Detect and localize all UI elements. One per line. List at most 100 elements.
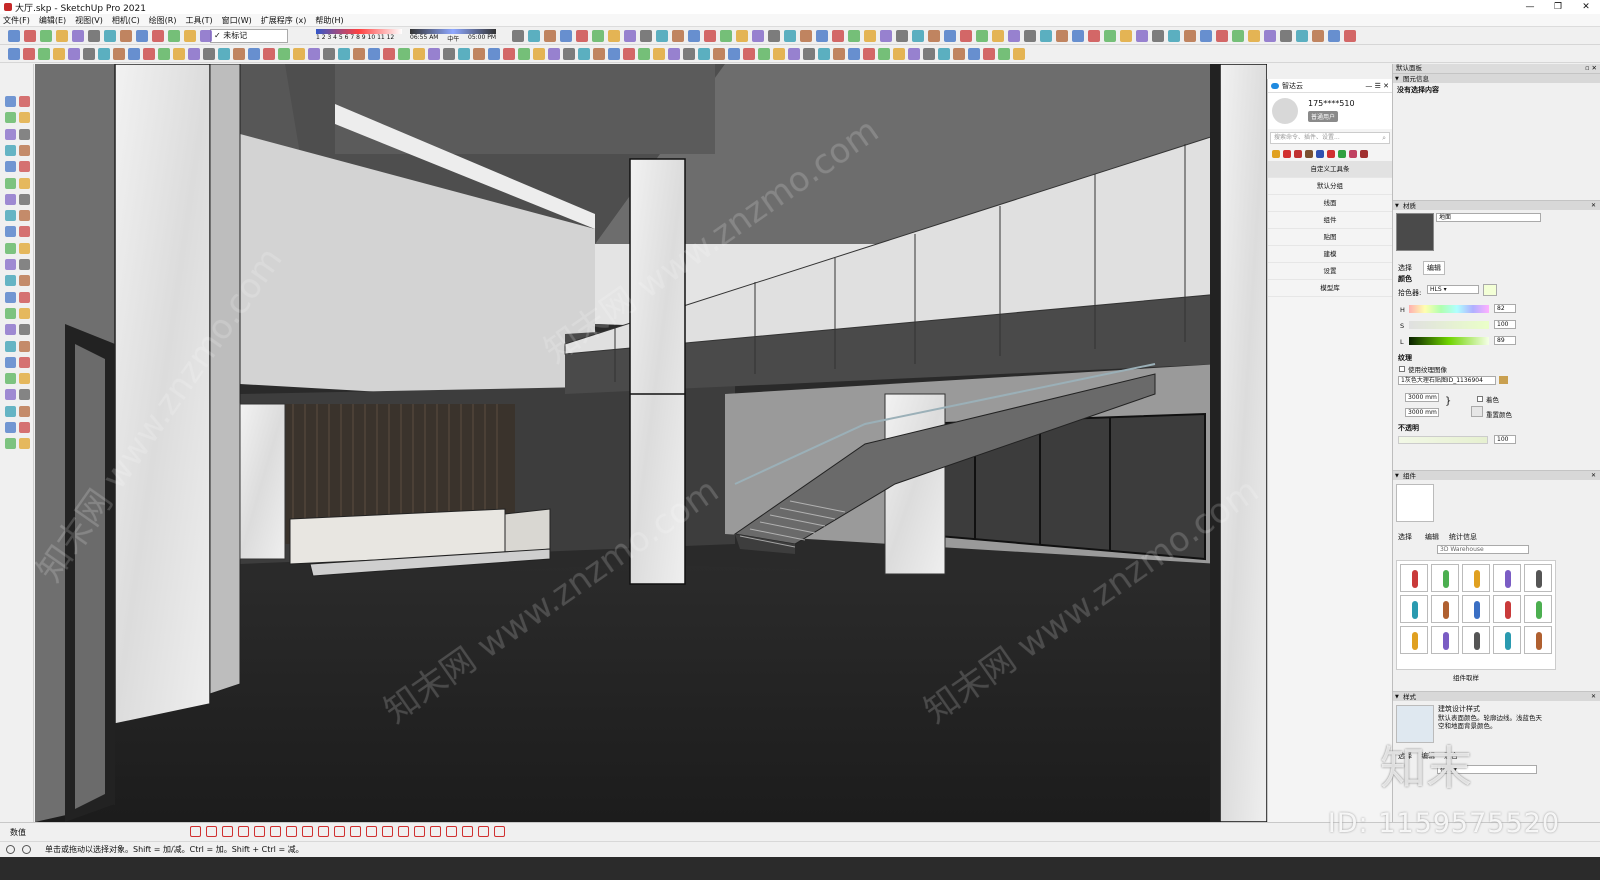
left-tool-icon-4[interactable] xyxy=(19,112,30,124)
row2-tool-icon-33[interactable] xyxy=(488,48,500,60)
nav-settings[interactable]: 设置 xyxy=(1268,263,1392,280)
menu-extensions[interactable]: 扩展程序 (x) xyxy=(261,15,307,26)
row1-tool-icon-8[interactable] xyxy=(120,30,132,42)
row2-tool-icon-43[interactable] xyxy=(638,48,650,60)
row2-tool-icon-51[interactable] xyxy=(758,48,770,60)
row1-tool-icon-31[interactable] xyxy=(784,30,796,42)
left-tool-icon-42[interactable] xyxy=(19,422,30,433)
left-tool-icon-33[interactable] xyxy=(5,356,16,368)
row2-tool-icon-59[interactable] xyxy=(878,48,890,60)
row1-tool-icon-2[interactable] xyxy=(24,30,36,42)
row2-tool-icon-29[interactable] xyxy=(428,48,440,60)
row2-tool-icon-36[interactable] xyxy=(533,48,545,60)
nav-modeling[interactable]: 建模 xyxy=(1268,246,1392,263)
geo-icon[interactable] xyxy=(22,845,31,854)
left-tool-icon-13[interactable] xyxy=(5,193,16,205)
entity-info-header[interactable]: 图元信息 xyxy=(1393,73,1600,84)
row1-tool-icon-38[interactable] xyxy=(896,30,908,42)
measure-tool-icon-19[interactable] xyxy=(478,826,489,837)
measure-tool-icon-12[interactable] xyxy=(366,826,377,837)
plugin-icon-5[interactable] xyxy=(1316,150,1324,158)
left-tool-icon-27[interactable] xyxy=(5,307,16,319)
measure-tool-icon-16[interactable] xyxy=(430,826,441,837)
left-tool-icon-10[interactable] xyxy=(19,161,30,173)
row2-tool-icon-54[interactable] xyxy=(803,48,815,60)
row2-tool-icon-34[interactable] xyxy=(503,48,515,60)
row1-tool-icon-6[interactable] xyxy=(88,30,100,42)
left-tool-icon-43[interactable] xyxy=(5,438,16,450)
row2-tool-icon-24[interactable] xyxy=(353,48,365,60)
shadow-date-slider[interactable]: 1 2 3 4 5 6 7 8 9 10 11 12 xyxy=(316,29,402,44)
left-tool-icon-39[interactable] xyxy=(5,405,16,417)
row2-tool-icon-38[interactable] xyxy=(563,48,575,60)
row2-tool-icon-45[interactable] xyxy=(668,48,680,60)
row2-tool-icon-30[interactable] xyxy=(443,48,455,60)
measure-tool-icon-18[interactable] xyxy=(462,826,473,837)
material-tab-select[interactable]: 选择 xyxy=(1398,263,1412,273)
row2-tool-icon-13[interactable] xyxy=(188,48,200,60)
texture-width-input[interactable]: 3000 mm xyxy=(1405,393,1439,402)
left-tool-icon-34[interactable] xyxy=(19,356,30,368)
component-thumbnail-2[interactable] xyxy=(1431,564,1459,592)
h-slider[interactable] xyxy=(1409,305,1489,313)
row1-tool-icon-45[interactable] xyxy=(1008,30,1020,42)
measure-tool-icon-3[interactable] xyxy=(222,826,233,837)
measure-tool-icon-17[interactable] xyxy=(446,826,457,837)
row1-tool-icon-25[interactable] xyxy=(688,30,700,42)
row2-tool-icon-44[interactable] xyxy=(653,48,665,60)
components-header[interactable]: 组件✕ xyxy=(1393,470,1600,481)
row1-tool-icon-56[interactable] xyxy=(1184,30,1196,42)
row1-tool-icon-54[interactable] xyxy=(1152,30,1164,42)
component-thumbnail-11[interactable] xyxy=(1400,626,1428,654)
plugin-icon-2[interactable] xyxy=(1283,150,1291,158)
row2-tool-icon-3[interactable] xyxy=(38,48,50,60)
row2-tool-icon-68[interactable] xyxy=(1013,48,1025,60)
maximize-button[interactable]: ❐ xyxy=(1544,0,1572,14)
row1-tool-icon-59[interactable] xyxy=(1232,30,1244,42)
row1-tool-icon-49[interactable] xyxy=(1072,30,1084,42)
row2-tool-icon-52[interactable] xyxy=(773,48,785,60)
row1-tool-icon-41[interactable] xyxy=(944,30,956,42)
row1-tool-icon-44[interactable] xyxy=(992,30,1004,42)
left-tool-icon-21[interactable] xyxy=(5,259,16,270)
components-tab-select[interactable]: 选择 xyxy=(1398,532,1412,542)
plugin-icon-3[interactable] xyxy=(1294,150,1302,158)
row2-tool-icon-67[interactable] xyxy=(998,48,1010,60)
plugin-icon-8[interactable] xyxy=(1349,150,1357,158)
component-thumbnail-13[interactable] xyxy=(1462,626,1490,654)
row1-tool-icon-37[interactable] xyxy=(880,30,892,42)
shadow-time-slider[interactable]: 06:55 AM 中午 05:00 PM xyxy=(410,29,496,44)
component-thumbnail-6[interactable] xyxy=(1400,595,1428,623)
row1-tool-icon-19[interactable] xyxy=(592,30,604,42)
component-thumbnail-12[interactable] xyxy=(1431,626,1459,654)
row2-tool-icon-53[interactable] xyxy=(788,48,800,60)
row2-tool-icon-8[interactable] xyxy=(113,48,125,60)
components-tab-edit[interactable]: 编辑 xyxy=(1425,532,1439,542)
measure-tool-icon-6[interactable] xyxy=(270,826,281,837)
left-tool-icon-29[interactable] xyxy=(5,324,16,336)
left-tool-icon-8[interactable] xyxy=(19,144,30,156)
row1-tool-icon-16[interactable] xyxy=(544,30,556,42)
link-ratio-icon[interactable]: } xyxy=(1445,396,1451,407)
row1-tool-icon-64[interactable] xyxy=(1312,30,1324,42)
row2-tool-icon-20[interactable] xyxy=(293,48,305,60)
left-tool-icon-9[interactable] xyxy=(5,161,16,173)
left-tool-icon-30[interactable] xyxy=(19,324,30,336)
left-tool-icon-24[interactable] xyxy=(19,275,30,287)
row2-tool-icon-57[interactable] xyxy=(848,48,860,60)
row1-tool-icon-14[interactable] xyxy=(512,30,524,42)
plugin-icon-7[interactable] xyxy=(1338,150,1346,158)
row2-tool-icon-4[interactable] xyxy=(53,48,65,60)
row2-tool-icon-5[interactable] xyxy=(68,48,80,60)
component-thumbnail-7[interactable] xyxy=(1431,595,1459,623)
texture-height-input[interactable]: 3000 mm xyxy=(1405,408,1439,417)
menu-view[interactable]: 视图(V) xyxy=(75,15,103,26)
left-tool-icon-44[interactable] xyxy=(19,438,30,450)
row1-tool-icon-18[interactable] xyxy=(576,30,588,42)
row2-tool-icon-2[interactable] xyxy=(23,48,35,60)
row2-tool-icon-48[interactable] xyxy=(713,48,725,60)
nav-textures[interactable]: 贴图 xyxy=(1268,229,1392,246)
row1-tool-icon-53[interactable] xyxy=(1136,30,1148,42)
nav-line-face[interactable]: 线面 xyxy=(1268,195,1392,212)
row1-tool-icon-11[interactable] xyxy=(168,30,180,42)
